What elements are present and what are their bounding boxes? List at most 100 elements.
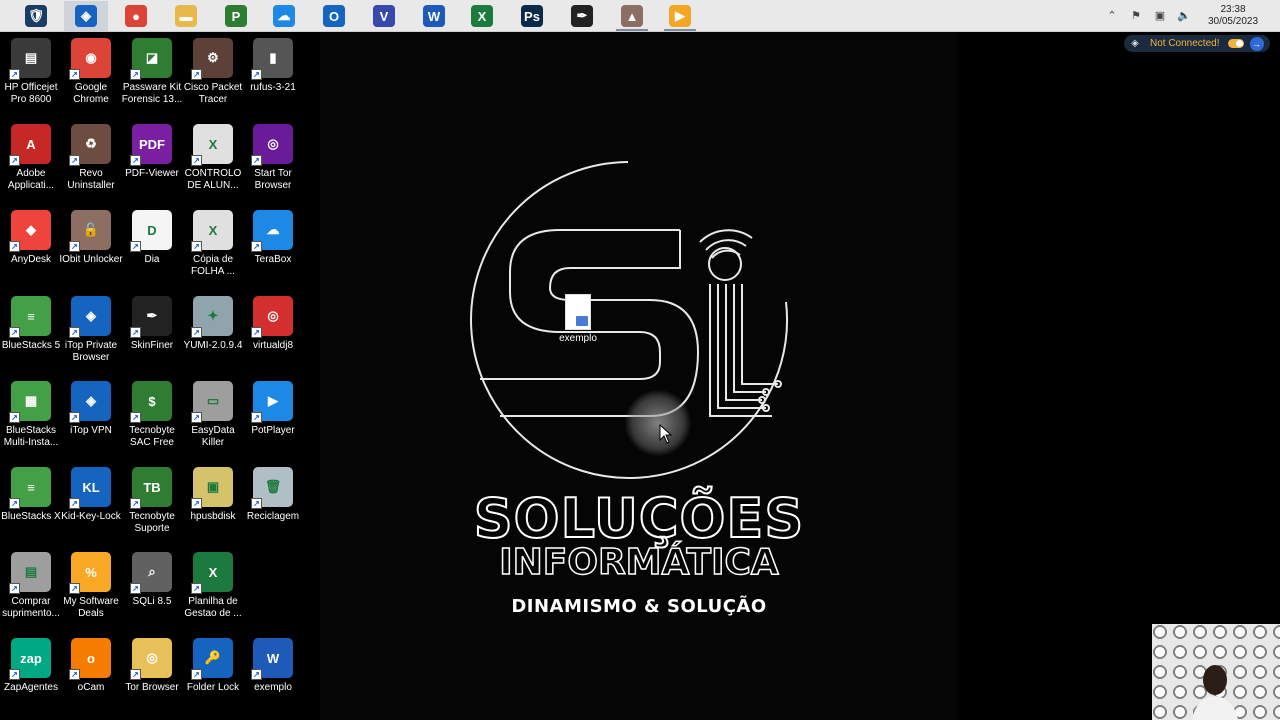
desktop-icon-label: Tor Browser xyxy=(125,682,179,693)
icon-glyph: ✒ xyxy=(146,308,158,323)
desktop-icon[interactable]: ♻ ↗ Revo Uninstaller xyxy=(60,124,122,192)
desktop-icon[interactable]: 🔓 ↗ IObit Unlocker xyxy=(59,210,123,266)
taskbar-app-outlook[interactable]: O xyxy=(312,1,356,31)
volume-icon[interactable]: 🔈 xyxy=(1177,9,1191,23)
arrow-right-icon[interactable]: → xyxy=(1249,36,1264,51)
folder-lock-icon: 🔑 ↗ xyxy=(191,638,233,680)
desktop-icon[interactable]: o ↗ oCam xyxy=(60,638,122,694)
desktop-icon[interactable]: W ↗ exemplo xyxy=(242,638,304,694)
desktop-icon[interactable]: 🗑 ↗ Reciclagem xyxy=(242,467,304,523)
network-icon[interactable]: ▣ xyxy=(1153,9,1167,23)
desktop-icon[interactable]: ⌕ ↗ SQLi 8.5 xyxy=(121,552,183,608)
desktop-icon[interactable]: ≡ ↗ BlueStacks X xyxy=(0,467,62,523)
desktop-icon[interactable]: ◈ ↗ iTop VPN xyxy=(60,381,122,437)
desktop-icon[interactable]: ◪ ↗ Passware Kit Forensic 13... xyxy=(121,38,183,106)
taskbar-app-word[interactable]: W xyxy=(412,1,456,31)
pdf-icon: PDF ↗ xyxy=(130,124,172,166)
desktop-icon[interactable]: ▣ ↗ hpusbdisk xyxy=(182,467,244,523)
taskbar-app-cloud-upload[interactable]: ☁ xyxy=(262,1,306,31)
excel-icon: X xyxy=(471,5,493,27)
desktop-icon[interactable]: ◎ ↗ Tor Browser xyxy=(121,638,183,694)
desktop-icon[interactable]: ▭ ↗ EasyData Killer xyxy=(182,381,244,449)
desktop-icon[interactable]: D ↗ Dia xyxy=(121,210,183,266)
desktop-icon[interactable]: A ↗ Adobe Applicati... xyxy=(0,124,62,192)
taskbar-app-feather[interactable]: ✒ xyxy=(560,1,604,31)
shortcut-arrow-icon: ↗ xyxy=(9,69,20,80)
shortcut-arrow-icon: ↗ xyxy=(130,498,141,509)
desktop-icon[interactable]: ≡ ↗ BlueStacks 5 xyxy=(0,296,62,352)
vpn-shield-icon: ◈ ↗ xyxy=(69,381,111,423)
desktop-icon[interactable]: % ↗ My Software Deals xyxy=(60,552,122,620)
outlook-icon: O xyxy=(323,5,345,27)
taskbar-app-folder[interactable]: ▬ xyxy=(164,1,208,31)
desktop-icon[interactable]: ▶ ↗ PotPlayer xyxy=(242,381,304,437)
desktop-icon[interactable]: X ↗ CONTROLO DE ALUN... xyxy=(182,124,244,192)
icon-glyph: ◪ xyxy=(145,50,159,65)
icon-glyph: W xyxy=(266,650,280,666)
bluestacks-icon: ≡ ↗ xyxy=(9,296,51,338)
icon-glyph: ≡ xyxy=(27,308,35,324)
desktop-empty-area xyxy=(958,32,1280,720)
taskbar-app-chrome[interactable]: ● xyxy=(114,1,158,31)
icon-glyph: ◈ xyxy=(86,393,96,408)
desktop-icon-label: Folder Lock xyxy=(186,682,240,693)
desktop-icon-label: TeraBox xyxy=(254,254,292,265)
desktop-icon[interactable]: ✦ ↗ YUMI-2.0.9.4 xyxy=(182,296,244,352)
clock[interactable]: 23:38 30/05/2023 xyxy=(1202,4,1264,28)
chevron-up-icon[interactable]: ⌃ xyxy=(1105,9,1119,23)
desktop-icon[interactable]: ▦ ↗ BlueStacks Multi-Insta... xyxy=(0,381,62,449)
flag-icon[interactable]: ⚑ xyxy=(1129,9,1143,23)
taskbar-app-play[interactable]: ▶ xyxy=(658,1,702,31)
desktop-icon[interactable]: ◎ ↗ Start Tor Browser xyxy=(242,124,304,192)
taskbar-app-shield[interactable]: 🛡 xyxy=(14,1,58,31)
shortcut-arrow-icon: ↗ xyxy=(69,412,80,423)
taskbar-app-hat[interactable]: ▲ xyxy=(610,1,654,31)
desktop-icon[interactable]: ◆ ↗ AnyDesk xyxy=(0,210,62,266)
webcam-overlay xyxy=(1152,624,1280,720)
shortcut-arrow-icon: ↗ xyxy=(9,583,20,594)
desktop-icon[interactable]: 🔑 ↗ Folder Lock xyxy=(182,638,244,694)
taskbar-app-photoshop[interactable]: Ps xyxy=(510,1,554,31)
taskbar-app-project[interactable]: P xyxy=(214,1,258,31)
desktop-icon[interactable]: ⚙ ↗ Cisco Packet Tracer xyxy=(182,38,244,106)
icon-glyph: X xyxy=(208,564,218,580)
desktop-icon[interactable]: ▤ ↗ Comprar suprimento... xyxy=(0,552,62,620)
desktop-icon[interactable]: $ ↗ Tecnobyte SAC Free xyxy=(121,381,183,449)
desktop-icon[interactable]: TB ↗ Tecnobyte Suporte xyxy=(121,467,183,535)
shortcut-arrow-icon: ↗ xyxy=(9,412,20,423)
desktop-icon-label: BlueStacks 5 xyxy=(1,340,61,351)
desktop-icon[interactable]: ◈ ↗ iTop Private Browser xyxy=(60,296,122,364)
icon-glyph: ▶ xyxy=(268,393,278,408)
taskbar-app-excel[interactable]: X xyxy=(460,1,504,31)
vpn-status-widget[interactable]: ◈ Not Connected! → xyxy=(1124,35,1270,52)
dia-icon: D ↗ xyxy=(130,210,172,252)
desktop-icon[interactable]: ▮ ↗ rufus-3-21 xyxy=(242,38,304,94)
desktop-icon[interactable]: KL ↗ Kid-Key-Lock xyxy=(60,467,122,523)
taskbar-app-vpn-shield[interactable]: ◈ xyxy=(64,1,108,31)
taskbar: 🛡 ◈ ● ▬ P ☁ O V W X Ps ✒ ▲ ▶ ⌃ ⚑ ▣ 🔈 23:38 30/05/2023 xyxy=(0,0,1280,32)
taskbar-app-visio[interactable]: V xyxy=(362,1,406,31)
desktop-icon[interactable]: PDF ↗ PDF-Viewer xyxy=(121,124,183,180)
desktop-icon[interactable]: ◎ ↗ virtualdj8 xyxy=(242,296,304,352)
vpn-toggle[interactable] xyxy=(1227,39,1244,48)
desktop-icon[interactable]: X ↗ Planilha de Gestao de ... xyxy=(182,552,244,620)
icon-glyph: ◎ xyxy=(267,308,279,323)
desktop-icon[interactable]: ☁ ↗ TeraBox xyxy=(242,210,304,266)
desktop-icon[interactable]: ◉ ↗ Google Chrome xyxy=(60,38,122,106)
cloud-upload-icon: ☁ ↗ xyxy=(251,210,293,252)
wallpaper-file-exemplo[interactable]: exemplo xyxy=(552,294,604,344)
hat-icon: ▲ xyxy=(621,5,643,27)
shortcut-arrow-icon: ↗ xyxy=(251,498,262,509)
desktop-icon[interactable]: X ↗ Cópia de FOLHA ... xyxy=(182,210,244,278)
desktop-icon-label: CONTROLO DE ALUN... xyxy=(184,168,242,191)
icon-glyph: 🔓 xyxy=(82,222,100,237)
desktop-icon[interactable]: ▤ ↗ HP Officejet Pro 8600 xyxy=(0,38,62,106)
shortcut-arrow-icon: ↗ xyxy=(130,669,141,680)
desktop-icon[interactable]: zap ↗ ZapAgentes xyxy=(0,638,62,694)
desktop-icon[interactable]: ✒ ↗ SkinFiner xyxy=(121,296,183,352)
icon-glyph: ⌕ xyxy=(148,564,156,579)
tecnobyte-icon: TB ↗ xyxy=(130,467,172,509)
chrome-icon: ◉ ↗ xyxy=(69,38,111,80)
shortcut-arrow-icon: ↗ xyxy=(191,327,202,338)
shortcut-arrow-icon: ↗ xyxy=(9,155,20,166)
